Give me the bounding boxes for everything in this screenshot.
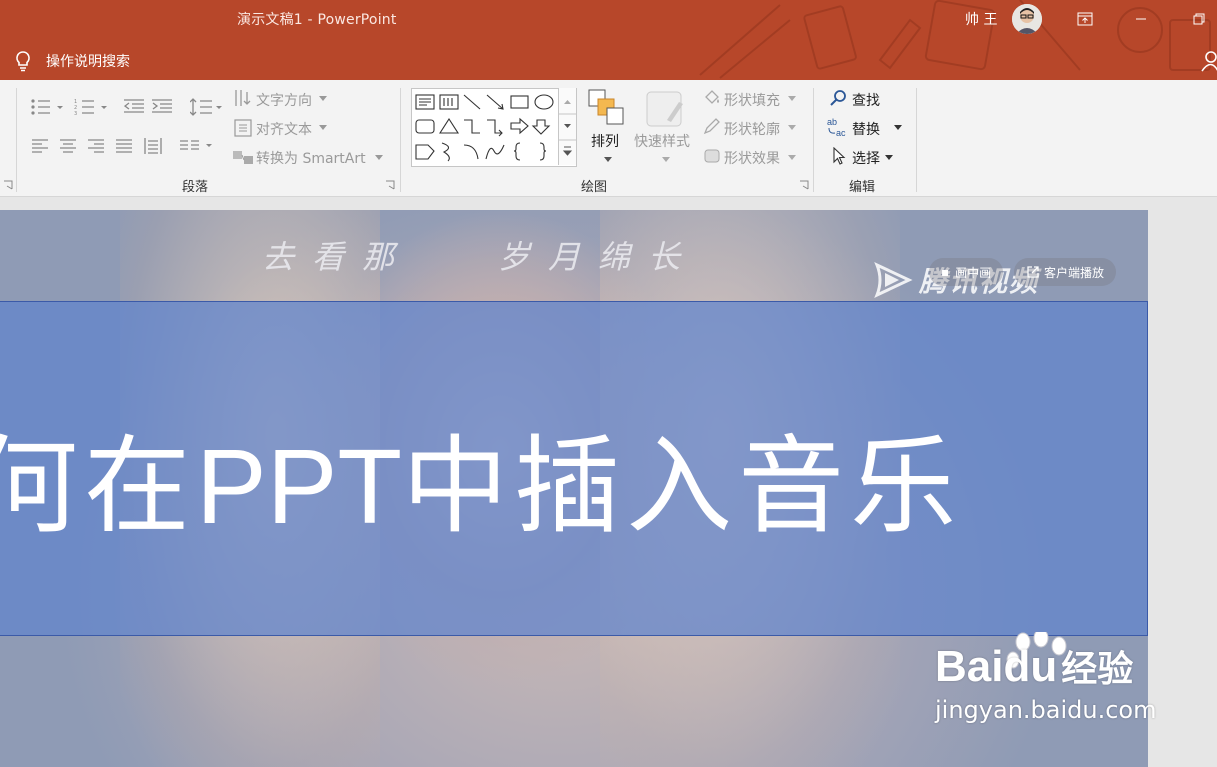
user-name[interactable]: 帅 王 bbox=[965, 9, 997, 29]
smartart-icon[interactable] bbox=[232, 148, 254, 168]
chevron-down-icon bbox=[894, 125, 902, 130]
justify-icon[interactable] bbox=[116, 139, 132, 153]
title-part-b: PPT bbox=[196, 428, 403, 546]
external-link-icon bbox=[1027, 266, 1039, 278]
line-spacing-icon[interactable] bbox=[190, 97, 224, 117]
watermark-url: jingyan.baidu.com bbox=[935, 696, 1157, 724]
svg-text:3: 3 bbox=[74, 111, 77, 116]
avatar[interactable] bbox=[1012, 4, 1042, 34]
poem-text-left: 去看那 bbox=[262, 238, 413, 276]
group-separator bbox=[16, 88, 17, 192]
tell-me-search[interactable]: 操作说明搜索 bbox=[14, 50, 130, 72]
shapes-gallery[interactable] bbox=[411, 88, 577, 167]
pip-label: 画中画 bbox=[955, 265, 992, 280]
lightbulb-icon bbox=[16, 51, 30, 72]
group-separator bbox=[400, 88, 401, 192]
numbering-icon[interactable]: 123 bbox=[74, 98, 110, 116]
chevron-down-icon bbox=[788, 96, 796, 101]
ribbon-display-icon bbox=[1077, 12, 1093, 26]
text-direction-label[interactable]: 文字方向 bbox=[256, 90, 312, 110]
bullets-icon[interactable] bbox=[30, 98, 66, 116]
slide-title[interactable]: 何在PPT中插入音乐 bbox=[0, 400, 962, 554]
title-part-c: 中插入音乐 bbox=[402, 425, 963, 548]
group-separator bbox=[813, 88, 814, 192]
align-center-icon[interactable] bbox=[60, 139, 76, 153]
arrange-icon[interactable] bbox=[587, 88, 625, 126]
shape-outline-label[interactable]: 形状轮廓 bbox=[724, 119, 780, 139]
svg-text:ac: ac bbox=[836, 128, 846, 138]
shape-effects-icon[interactable] bbox=[703, 147, 721, 165]
share-button[interactable] bbox=[1200, 50, 1217, 76]
client-play-button[interactable]: 客户端播放 bbox=[1014, 258, 1117, 286]
replace-icon[interactable]: abac bbox=[826, 116, 850, 138]
align-left-icon[interactable] bbox=[32, 139, 48, 153]
chevron-down-icon bbox=[788, 125, 796, 130]
paragraph-group-label: 段落 bbox=[182, 180, 209, 195]
find-label[interactable]: 查找 bbox=[852, 90, 880, 110]
decrease-indent-icon[interactable] bbox=[124, 98, 144, 116]
watermark-cn: 经验 bbox=[1061, 649, 1134, 690]
replace-label[interactable]: 替换 bbox=[852, 119, 880, 139]
dialog-launcher-icon[interactable] bbox=[385, 180, 395, 190]
align-right-icon[interactable] bbox=[88, 139, 104, 153]
group-separator bbox=[916, 88, 917, 192]
shapes-gallery-items bbox=[415, 94, 554, 162]
pen-icon[interactable] bbox=[703, 117, 721, 135]
drawing-group-label: 绘图 bbox=[581, 180, 608, 195]
ribbon: 123 文字方向 对齐文本 转换为 SmartArt 段落 排列 快速样式 形状… bbox=[0, 80, 1217, 197]
dialog-launcher-icon[interactable] bbox=[3, 180, 13, 190]
columns-icon[interactable] bbox=[180, 139, 214, 153]
shapes-gallery-scroll[interactable] bbox=[558, 88, 576, 165]
watermark-brand: Bai bbox=[935, 642, 1004, 691]
person-icon bbox=[1201, 51, 1217, 72]
chevron-down-icon bbox=[662, 157, 670, 162]
ribbon-display-options-button[interactable] bbox=[1070, 6, 1100, 32]
quick-styles-icon[interactable] bbox=[645, 90, 685, 128]
tell-me-label: 操作说明搜索 bbox=[46, 54, 130, 70]
distributed-icon[interactable] bbox=[144, 137, 162, 155]
picture-in-picture-button[interactable]: ▪ 画中画 bbox=[929, 258, 1004, 286]
window-title: 演示文稿1 - PowerPoint bbox=[237, 12, 397, 28]
editing-group-label: 编辑 bbox=[849, 180, 876, 195]
title-part-a: 何在 bbox=[0, 425, 196, 548]
poem-text-right: 岁月绵长 bbox=[498, 238, 699, 276]
chevron-down-icon bbox=[604, 157, 612, 162]
minimize-button[interactable] bbox=[1126, 6, 1156, 32]
restore-icon bbox=[1193, 13, 1205, 25]
baidu-watermark: Baidu 经验 jingyan.baidu.com bbox=[935, 640, 1156, 724]
increase-indent-icon[interactable] bbox=[152, 98, 172, 116]
cursor-icon[interactable] bbox=[832, 147, 846, 165]
play-logo-icon bbox=[874, 262, 913, 298]
shape-effects-label[interactable]: 形状效果 bbox=[724, 148, 780, 168]
align-text-label[interactable]: 对齐文本 bbox=[256, 119, 312, 139]
paint-bucket-icon[interactable] bbox=[703, 88, 721, 106]
chevron-down-icon bbox=[788, 155, 796, 160]
select-label[interactable]: 选择 bbox=[852, 148, 880, 168]
convert-smartart-label[interactable]: 转换为 SmartArt bbox=[256, 148, 366, 168]
arrange-label[interactable]: 排列 bbox=[591, 131, 619, 151]
chevron-down-icon bbox=[319, 96, 327, 101]
text-direction-icon[interactable] bbox=[233, 88, 253, 108]
chevron-down-icon bbox=[319, 125, 327, 130]
title-bar: 演示文稿1 - PowerPoint 帅 王 操作说明搜索 bbox=[0, 0, 1217, 80]
svg-text:ab: ab bbox=[827, 117, 837, 127]
restore-button[interactable] bbox=[1184, 6, 1214, 32]
align-text-icon[interactable] bbox=[233, 118, 253, 138]
watermark-brand-du: du bbox=[1003, 642, 1058, 691]
client-play-label: 客户端播放 bbox=[1044, 265, 1105, 280]
chevron-down-icon bbox=[375, 155, 383, 160]
shape-fill-label[interactable]: 形状填充 bbox=[724, 90, 780, 110]
chevron-down-icon bbox=[885, 155, 893, 160]
vertical-scroll-area[interactable] bbox=[1149, 197, 1217, 767]
minimize-icon bbox=[1136, 18, 1146, 20]
quick-styles-label[interactable]: 快速样式 bbox=[634, 131, 690, 151]
dialog-launcher-icon[interactable] bbox=[799, 180, 809, 190]
search-icon[interactable] bbox=[829, 89, 847, 107]
